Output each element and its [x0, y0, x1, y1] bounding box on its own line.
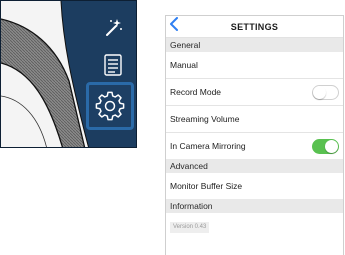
- row-in-camera-mirroring: In Camera Mirroring: [166, 133, 343, 159]
- section-header-general: General: [166, 38, 343, 52]
- in-camera-mirroring-toggle[interactable]: [312, 138, 339, 154]
- row-label-in-camera-mirroring: In Camera Mirroring: [170, 141, 246, 151]
- chevron-left-icon: [170, 17, 178, 31]
- row-label-streaming-volume: Streaming Volume: [170, 114, 240, 124]
- row-label-monitor-buffer-size: Monitor Buffer Size: [170, 181, 243, 191]
- back-button[interactable]: [169, 17, 179, 35]
- toggle-knob: [313, 85, 326, 99]
- magic-wand-button[interactable]: [100, 15, 126, 41]
- settings-button[interactable]: [86, 82, 134, 130]
- page-title: SETTINGS: [230, 21, 279, 32]
- row-streaming-volume[interactable]: Streaming Volume: [166, 106, 343, 133]
- version-label: Version 0.43: [170, 222, 210, 233]
- version-container: Version 0.43: [166, 213, 343, 233]
- row-label-manual: Manual: [170, 60, 198, 70]
- list-icon: [104, 54, 122, 76]
- row-record-mode: Record Mode: [166, 79, 343, 106]
- wand-icon: [106, 19, 122, 36]
- row-monitor-buffer-size[interactable]: Monitor Buffer Size: [166, 173, 343, 199]
- camera-preview: [0, 0, 137, 148]
- record-mode-toggle[interactable]: [312, 84, 339, 100]
- nav-bar: SETTINGS: [166, 16, 343, 38]
- row-label-record-mode: Record Mode: [170, 87, 222, 97]
- gear-icon: [95, 91, 125, 121]
- section-header-information: Information: [166, 199, 343, 213]
- toggle-knob: [325, 139, 338, 153]
- settings-panel: SETTINGS General Manual Record Mode Stre…: [165, 15, 344, 255]
- list-button[interactable]: [101, 53, 125, 77]
- section-header-advanced: Advanced: [166, 159, 343, 173]
- row-manual[interactable]: Manual: [166, 52, 343, 79]
